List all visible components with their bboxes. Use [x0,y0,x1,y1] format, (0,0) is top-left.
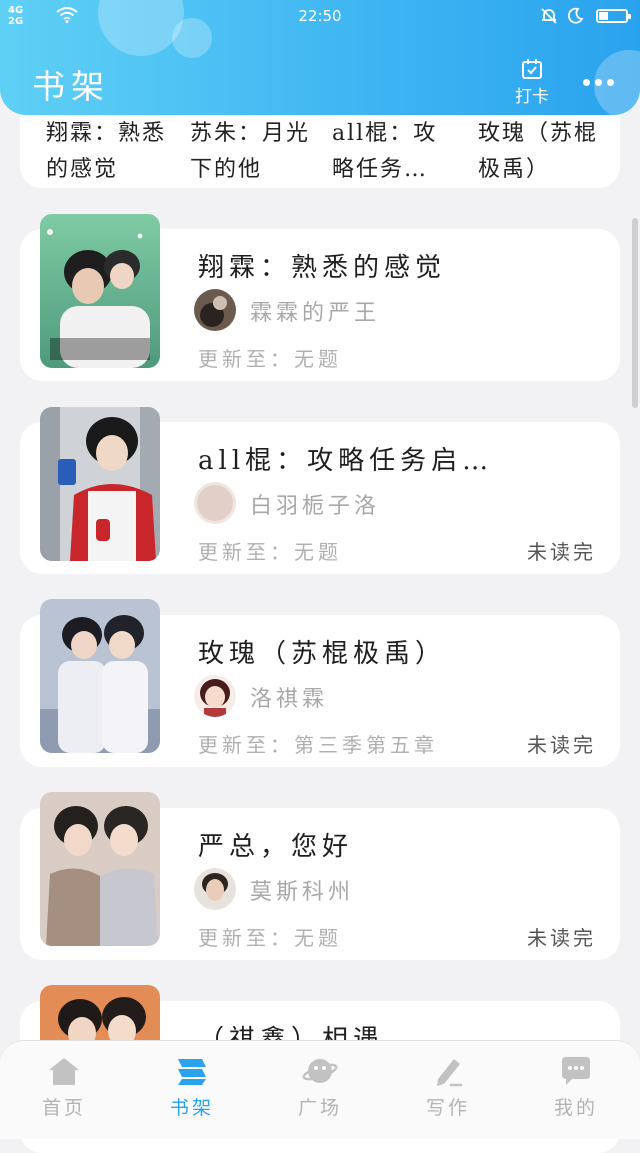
author-avatar [194,289,236,331]
book-title: 翔霖：熟悉的感觉 [198,253,447,283]
book-cover[interactable] [40,214,160,368]
checkin-button[interactable]: 打卡 [508,58,556,107]
home-icon [49,1058,79,1085]
author-name: 霖霖的严王 [250,301,381,326]
author-name: 白羽栀子洛 [250,494,381,519]
app-header: 4G 2G 22:50 书架 打卡 [0,0,640,115]
battery-icon [596,9,631,23]
update-status: 更新至：无题 [198,926,342,950]
partial-title-3: all棍：攻略任务… [332,121,438,182]
nav-me-label: 我的 [553,1097,598,1119]
book-cover[interactable] [40,599,160,753]
partial-title-2: 苏朱：月光下的他 [190,121,311,182]
more-menu-button[interactable] [578,62,618,102]
nav-square[interactable]: 广场 [256,1055,384,1120]
update-status: 更新至：第三季第五章 [198,733,438,757]
author-name: 洛祺霖 [250,687,329,712]
planet-icon [302,1059,338,1083]
author-avatar [194,675,236,717]
partial-title-1: 翔霖：熟悉的感觉 [46,121,167,182]
status-bar: 4G 2G 22:50 [0,0,640,34]
bookshelf-icon [178,1059,206,1085]
unread-badge: 未读完 [527,926,596,950]
pen-icon [437,1059,462,1087]
nav-write[interactable]: 写作 [384,1055,512,1120]
partial-title-4: 玫瑰（苏棍极禹） [478,121,599,182]
book-cover[interactable] [40,792,160,946]
book-title: 严总，您好 [198,832,354,862]
nav-home[interactable]: 首页 [0,1055,128,1120]
nav-me[interactable]: 我的 [512,1055,640,1120]
nav-home-label: 首页 [41,1097,86,1119]
author-avatar [194,868,236,910]
page-title: 书架 [32,67,110,106]
chat-icon [562,1057,590,1085]
book-title: 玫瑰（苏棍极禹） [198,639,447,669]
book-title: all棍：攻略任务启… [198,446,494,476]
update-status: 更新至：无题 [198,540,342,564]
bell-icon [541,8,557,24]
scrollbar[interactable] [632,218,638,408]
bottom-nav: 首页 书架 广场 写作 我的 [0,1040,640,1139]
author-name: 莫斯科州 [250,880,355,905]
nav-square-label: 广场 [297,1097,342,1119]
unread-badge: 未读完 [527,733,596,757]
book-cover[interactable] [40,407,160,561]
moon-icon [567,7,584,24]
checkin-label: 打卡 [515,87,549,107]
unread-badge: 未读完 [527,540,596,564]
nav-bookshelf[interactable]: 书架 [128,1055,256,1120]
calendar-check-icon [522,59,542,79]
nav-write-label: 写作 [425,1097,470,1119]
author-avatar [194,482,236,524]
more-dots-icon [582,78,590,86]
update-status: 更新至：无题 [198,347,342,371]
nav-bookshelf-label: 书架 [169,1097,214,1119]
